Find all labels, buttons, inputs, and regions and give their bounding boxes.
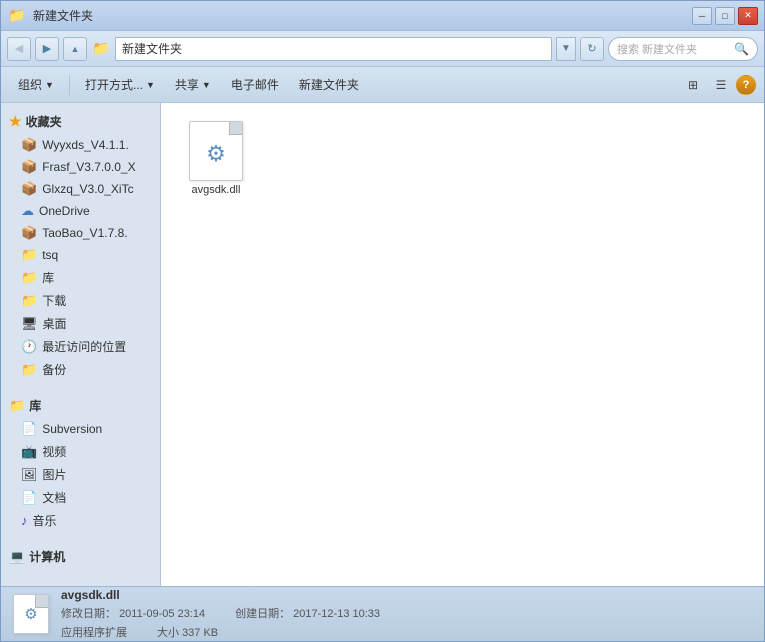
subversion-icon: 📄 <box>21 421 37 437</box>
status-bar: ⚙ avgsdk.dll 修改日期： 2011-09-05 23:14 创建日期… <box>1 586 764 641</box>
help-button[interactable]: ? <box>736 75 756 95</box>
view-details-button[interactable]: ☰ <box>708 72 734 98</box>
status-file-type: 应用程序扩展 <box>61 624 127 640</box>
main-content: ★ 收藏夹 📦 Wyyxds_V4.1.1. 📦 Frasf_V3.7.0.0_… <box>1 103 764 586</box>
open-with-button[interactable]: 打开方式... ▼ <box>76 71 164 99</box>
pictures-icon: 🖼 <box>21 467 38 483</box>
folder-icon: 📁 <box>21 362 37 378</box>
sidebar-item-video[interactable]: 📺 视频 <box>1 440 160 463</box>
folder-icon: 📁 <box>21 270 37 286</box>
sidebar-item-glxzq[interactable]: 📦 Glxzq_V3.0_XiTc <box>1 178 160 200</box>
status-file-icon: ⚙ <box>11 594 51 634</box>
documents-icon: 📄 <box>21 490 37 506</box>
sidebar-library-header[interactable]: 📁 库 <box>1 393 160 418</box>
organize-dropdown-icon: ▼ <box>45 80 54 90</box>
close-button[interactable]: ✕ <box>738 7 758 25</box>
sidebar-item-downloads[interactable]: 📁 下载 <box>1 289 160 312</box>
sidebar-favorites-label: 收藏夹 <box>26 113 62 130</box>
minimize-button[interactable]: ─ <box>692 7 712 25</box>
sidebar-item-subversion[interactable]: 📄 Subversion <box>1 418 160 440</box>
computer-icon: 💻 <box>9 549 25 565</box>
file-icon-container: ⚙ <box>188 123 244 179</box>
item-icon: 📦 <box>21 225 37 241</box>
status-details: 修改日期： 2011-09-05 23:14 创建日期： 2017-12-13 … <box>61 605 380 621</box>
sidebar-item-frasf[interactable]: 📦 Frasf_V3.7.0.0_X <box>1 156 160 178</box>
item-icon: 📦 <box>21 159 37 175</box>
refresh-button[interactable]: ↻ <box>580 37 604 61</box>
address-bar: ◀ ▶ ▲ 📁 新建文件夹 ▼ ↻ 搜索 新建文件夹 🔍 <box>1 31 764 67</box>
search-placeholder: 搜索 新建文件夹 <box>617 41 697 57</box>
toolbar: 组织 ▼ 打开方式... ▼ 共享 ▼ 电子邮件 新建文件夹 ⊞ ☰ ? <box>1 67 764 103</box>
sidebar-item-backup[interactable]: 📁 备份 <box>1 358 160 381</box>
title-bar: 📁 新建文件夹 ─ □ ✕ <box>1 1 764 31</box>
video-icon: 📺 <box>21 444 37 460</box>
sidebar-divider-2 <box>1 532 160 544</box>
email-button[interactable]: 电子邮件 <box>222 71 288 99</box>
toolbar-separator-1 <box>69 75 70 95</box>
cloud-icon: ☁ <box>21 203 34 219</box>
library-folder-icon: 📁 <box>9 398 25 414</box>
search-box[interactable]: 搜索 新建文件夹 🔍 <box>608 37 758 61</box>
desktop-icon: 🖥 <box>21 316 38 332</box>
sidebar-item-pictures[interactable]: 🖼 图片 <box>1 463 160 486</box>
sidebar-item-documents[interactable]: 📄 文档 <box>1 486 160 509</box>
window-title: 新建文件夹 <box>33 7 93 24</box>
sidebar-divider <box>1 381 160 393</box>
status-type-size: 应用程序扩展 大小 337 KB <box>61 624 380 640</box>
sidebar-item-wyyxds[interactable]: 📦 Wyyxds_V4.1.1. <box>1 134 160 156</box>
status-created: 创建日期： 2017-12-13 10:33 <box>235 605 380 621</box>
address-path[interactable]: 新建文件夹 <box>115 37 552 61</box>
new-folder-button[interactable]: 新建文件夹 <box>290 71 368 99</box>
forward-button[interactable]: ▶ <box>35 37 59 61</box>
sidebar-library-label: 库 <box>29 397 41 414</box>
organize-button[interactable]: 组织 ▼ <box>9 71 63 99</box>
folder-icon: 📁 <box>21 247 37 263</box>
address-dropdown-button[interactable]: ▼ <box>556 37 576 61</box>
sidebar-item-ku[interactable]: 📁 库 <box>1 266 160 289</box>
search-icon: 🔍 <box>734 42 749 56</box>
status-dll-icon: ⚙ <box>13 594 49 634</box>
view-controls: ⊞ ☰ ? <box>680 72 756 98</box>
music-icon: ♪ <box>21 513 28 528</box>
sidebar-item-tsq[interactable]: 📁 tsq <box>1 244 160 266</box>
folder-icon: 📁 <box>21 293 37 309</box>
window: 📁 新建文件夹 ─ □ ✕ ◀ ▶ ▲ 📁 新建文件夹 ▼ ↻ 搜索 新建文件夹… <box>0 0 765 642</box>
maximize-button[interactable]: □ <box>715 7 735 25</box>
status-gear-icon: ⚙ <box>24 605 37 623</box>
recent-icon: 🕐 <box>21 339 37 355</box>
share-button[interactable]: 共享 ▼ <box>166 71 220 99</box>
item-icon: 📦 <box>21 181 37 197</box>
sidebar-computer-header[interactable]: 💻 计算机 <box>1 544 160 569</box>
view-toggle-button[interactable]: ⊞ <box>680 72 706 98</box>
sidebar-item-desktop[interactable]: 🖥 桌面 <box>1 312 160 335</box>
sidebar-item-taobao[interactable]: 📦 TaoBao_V1.7.8. <box>1 222 160 244</box>
dll-file-icon: ⚙ <box>189 121 243 181</box>
address-folder-icon: 📁 <box>91 41 111 57</box>
title-folder-icon: 📁 <box>7 8 27 24</box>
sidebar: ★ 收藏夹 📦 Wyyxds_V4.1.1. 📦 Frasf_V3.7.0.0_… <box>1 103 161 586</box>
openwidth-dropdown-icon: ▼ <box>146 80 155 90</box>
file-grid: ⚙ avgsdk.dll <box>171 113 754 206</box>
sidebar-favorites-header[interactable]: ★ 收藏夹 <box>1 109 160 134</box>
status-info: avgsdk.dll 修改日期： 2011-09-05 23:14 创建日期： … <box>61 588 380 640</box>
status-size: 大小 337 KB <box>157 624 218 640</box>
file-name: avgsdk.dll <box>192 184 241 196</box>
file-item-avgsdk[interactable]: ⚙ avgsdk.dll <box>176 118 256 201</box>
sidebar-computer-label: 计算机 <box>29 548 65 565</box>
title-controls: ─ □ ✕ <box>692 7 758 25</box>
status-file-name: avgsdk.dll <box>61 588 380 602</box>
star-icon: ★ <box>9 113 22 130</box>
item-icon: 📦 <box>21 137 37 153</box>
sidebar-item-onedrive[interactable]: ☁ OneDrive <box>1 200 160 222</box>
sidebar-item-music[interactable]: ♪ 音乐 <box>1 509 160 532</box>
status-modified: 修改日期： 2011-09-05 23:14 <box>61 605 205 621</box>
up-button[interactable]: ▲ <box>63 37 87 61</box>
sidebar-item-recent[interactable]: 🕐 最近访问的位置 <box>1 335 160 358</box>
back-button[interactable]: ◀ <box>7 37 31 61</box>
gear-icon: ⚙ <box>206 141 226 167</box>
share-dropdown-icon: ▼ <box>202 80 211 90</box>
file-area: ⚙ avgsdk.dll <box>161 103 764 586</box>
